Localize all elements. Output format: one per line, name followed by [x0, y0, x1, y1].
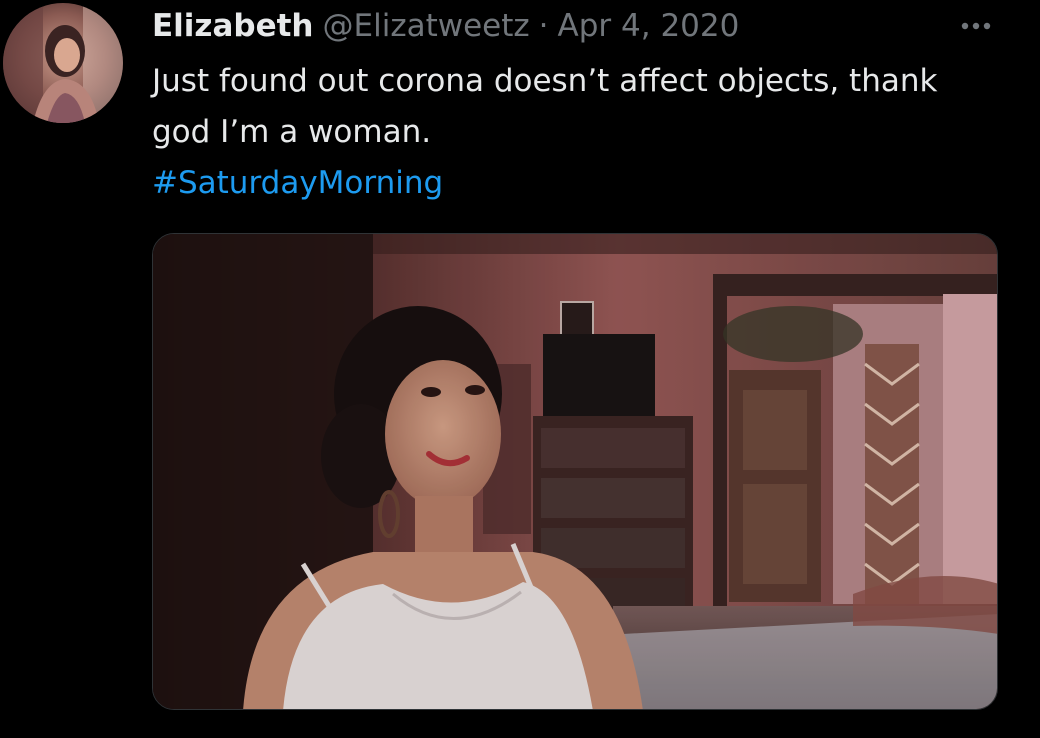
photo-image — [153, 234, 997, 709]
tweet-text-line: god I’m a woman. — [152, 114, 432, 150]
tweet[interactable]: Elizabeth @Elizatweetz · Apr 4, 2020 Jus… — [0, 0, 1040, 738]
author-handle[interactable]: @Elizatweetz — [323, 8, 530, 44]
tweet-photo[interactable] — [152, 233, 998, 710]
more-horizontal-icon — [961, 22, 991, 30]
author-display-name[interactable]: Elizabeth — [152, 8, 314, 44]
header-separator: · — [538, 8, 549, 44]
tweet-text: Just found out corona doesn’t affect obj… — [152, 56, 1012, 209]
tweet-date[interactable]: Apr 4, 2020 — [558, 8, 740, 44]
hashtag-link[interactable]: #SaturdayMorning — [152, 158, 1012, 209]
avatar[interactable] — [3, 3, 123, 123]
more-options-button[interactable] — [956, 8, 996, 44]
tweet-text-line: Just found out corona doesn’t affect obj… — [152, 63, 938, 99]
tweet-header: Elizabeth @Elizatweetz · Apr 4, 2020 — [152, 4, 739, 48]
avatar-image — [3, 3, 123, 123]
